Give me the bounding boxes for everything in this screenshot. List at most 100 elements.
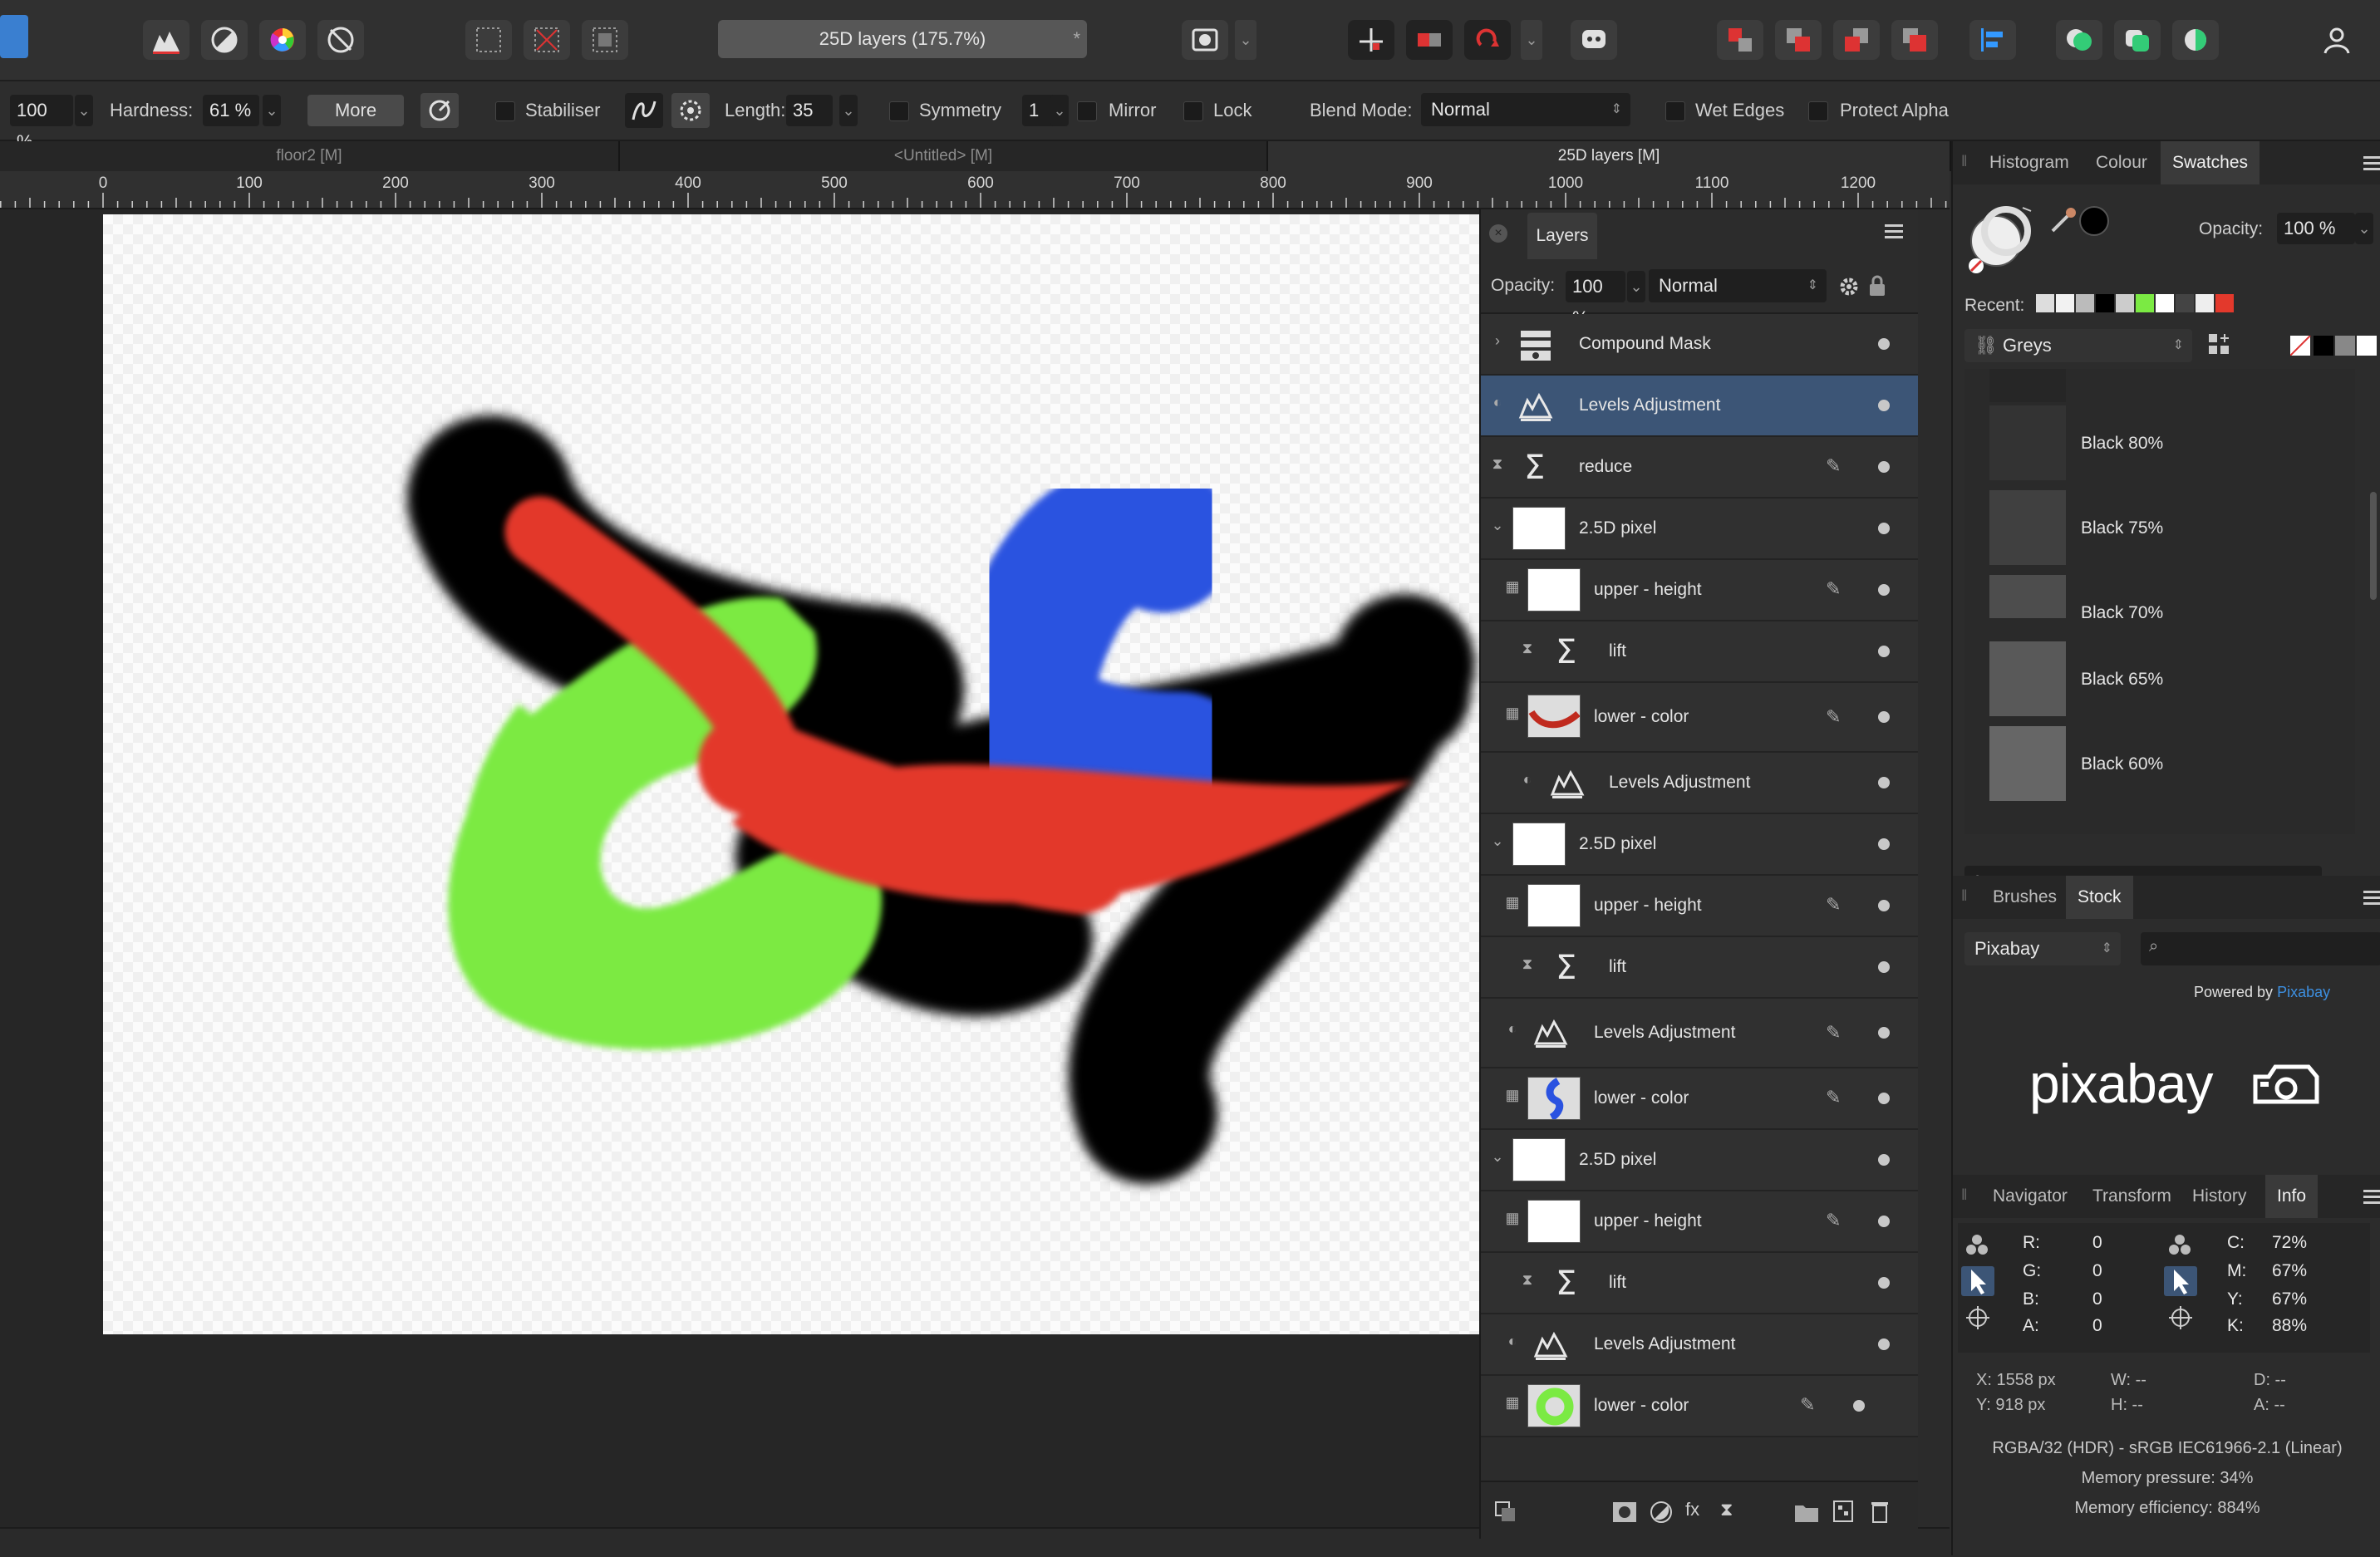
brush-width-dropdown[interactable]: ⌄ [75,95,93,126]
intersect-shapes-icon[interactable] [2172,20,2219,60]
blend-mode-select[interactable]: Normal ⇕ [1421,93,1630,126]
panel-menu-icon[interactable] [2363,155,2380,173]
hardness-dropdown[interactable]: ⌄ [263,95,281,126]
tab-transform[interactable]: Transform [2092,1175,2171,1218]
protect-alpha-checkbox[interactable] [1808,101,1828,121]
visibility-dot[interactable] [1853,1400,1865,1412]
assistant-robot-icon[interactable] [1571,20,1617,60]
palette-options-icon[interactable] [2207,332,2232,357]
visibility-dot[interactable] [1878,1277,1890,1289]
layer-row[interactable]: ▦ lower - color ✎ [1481,1068,1918,1130]
marquee-select-icon[interactable] [465,20,512,60]
add-pixel-layer-icon[interactable] [1832,1499,1855,1524]
length-dropdown[interactable]: ⌄ [839,95,858,126]
visibility-dot[interactable] [1878,584,1890,596]
swatch-opacity-field[interactable]: 100 % [2277,213,2355,244]
layer-blend-select[interactable]: Normal ⇕ [1649,269,1827,302]
stock-source-select[interactable]: Pixabay ⇕ [1964,932,2121,965]
visibility-dot[interactable] [1878,777,1890,788]
align-icon[interactable] [1969,20,2016,60]
window-mode-icon[interactable] [671,93,710,128]
move-forward-one-icon[interactable] [1833,20,1880,60]
tab-untitled[interactable]: <Untitled> [M] [620,141,1268,171]
layers-tab[interactable]: Layers [1527,213,1597,259]
fill-mode-swatches[interactable] [2289,335,2377,356]
swatch-item[interactable] [1989,726,2066,801]
crosshair-icon[interactable] [1964,1304,1991,1331]
mirror-checkbox[interactable] [1077,101,1097,121]
brush-icon[interactable]: ✎ [1826,894,1841,916]
tab-floor2[interactable]: floor2 [M] [0,141,620,171]
tab-stock[interactable]: Stock [2066,876,2133,919]
visibility-dot[interactable] [1878,1338,1890,1350]
layer-row[interactable]: ▦ upper - height ✎ [1481,876,1918,937]
brush-icon[interactable]: ✎ [1826,1087,1841,1108]
pressure-icon[interactable] [420,93,459,128]
current-colour-swatch[interactable] [2079,206,2109,236]
brush-icon[interactable]: ✎ [1800,1394,1815,1416]
pointer-sample-icon[interactable] [1961,1266,1994,1296]
lock-icon[interactable] [1868,274,1886,297]
levels-icon[interactable] [143,20,189,60]
more-button[interactable]: More [307,95,404,126]
swatch-item[interactable] [1989,490,2066,565]
brush-width-field[interactable]: 100 % [10,95,73,152]
visibility-dot[interactable] [1878,1093,1890,1104]
add-shapes-icon[interactable] [2056,20,2102,60]
swatch-item[interactable] [1989,641,2066,716]
eyedropper-icon[interactable] [2048,206,2078,236]
white-balance-icon[interactable] [317,20,364,60]
symmetry-checkbox[interactable] [889,101,909,121]
quick-mask-icon[interactable] [1182,20,1228,60]
expand-chevron-icon[interactable]: › [1489,332,1506,356]
fill-stroke-selector-icon[interactable] [1964,199,2039,274]
symmetry-dropdown[interactable]: ⌄ [1050,95,1069,126]
document-title[interactable]: 25D layers (175.7%) * [718,20,1087,58]
brush-icon[interactable]: ✎ [1826,1022,1841,1044]
color-wheel-icon[interactable] [259,20,306,60]
tab-swatches[interactable]: Swatches [2161,141,2260,184]
group-folder-icon[interactable] [1793,1501,1820,1524]
visibility-dot[interactable] [1878,711,1890,723]
collapse-chevron-icon[interactable]: ⌄ [1489,517,1506,540]
invert-selection-icon[interactable] [582,20,628,60]
visibility-dot[interactable] [1878,400,1890,411]
layer-row[interactable]: ⧗ Σ lift [1481,937,1918,999]
brush-icon[interactable]: ✎ [1826,455,1841,477]
collapse-chevron-icon[interactable]: ⌄ [1489,1148,1506,1171]
visibility-dot[interactable] [1878,961,1890,973]
swatch-item[interactable] [1989,575,2066,618]
visibility-dot[interactable] [1878,523,1890,534]
swatch-opacity-dropdown[interactable]: ⌄ [2355,213,2373,244]
layer-row[interactable]: ▦ lower - color ✎ [1481,683,1918,753]
swatches-scrollbar[interactable] [2370,492,2377,600]
tab-brushes[interactable]: Brushes [1993,876,2057,919]
brush-icon[interactable]: ✎ [1826,1210,1841,1231]
panel-menu-icon[interactable] [2363,889,2380,907]
tab-info[interactable]: Info [2265,1175,2319,1218]
layer-opacity-field[interactable]: 100 % [1566,271,1625,328]
fx-icon[interactable]: fx [1685,1499,1710,1524]
palette-select[interactable]: ⛓ Greys ⇕ [1964,329,2192,362]
layer-row[interactable]: ⌄ 2.5D pixel [1481,1130,1918,1191]
tab-history[interactable]: History [2192,1175,2246,1218]
visibility-dot[interactable] [1878,646,1890,657]
subtract-shapes-icon[interactable] [2114,20,2161,60]
force-pixel-alignment-icon[interactable] [1464,20,1511,60]
stock-search-input[interactable]: ⌕ [2141,932,2380,965]
pointer-sample-icon[interactable] [2164,1266,2197,1296]
visibility-dot[interactable] [1878,338,1890,350]
document-canvas[interactable] [103,214,1479,1334]
visibility-dot[interactable] [1878,1154,1890,1166]
layer-row[interactable]: ▦ upper - height ✎ [1481,1191,1918,1253]
crosshair-icon[interactable] [2167,1304,2194,1331]
length-field[interactable]: 35 [786,95,833,126]
deselect-icon[interactable] [524,20,570,60]
stabiliser-checkbox[interactable] [495,101,515,121]
tab-navigator[interactable]: Navigator [1993,1175,2068,1218]
move-to-front-icon[interactable] [1891,20,1938,60]
layer-opacity-dropdown[interactable]: ⌄ [1627,271,1645,302]
layer-duplicate-icon[interactable] [1494,1501,1517,1524]
collapse-chevron-icon[interactable]: ⌄ [1489,833,1506,856]
visibility-dot[interactable] [1878,461,1890,473]
